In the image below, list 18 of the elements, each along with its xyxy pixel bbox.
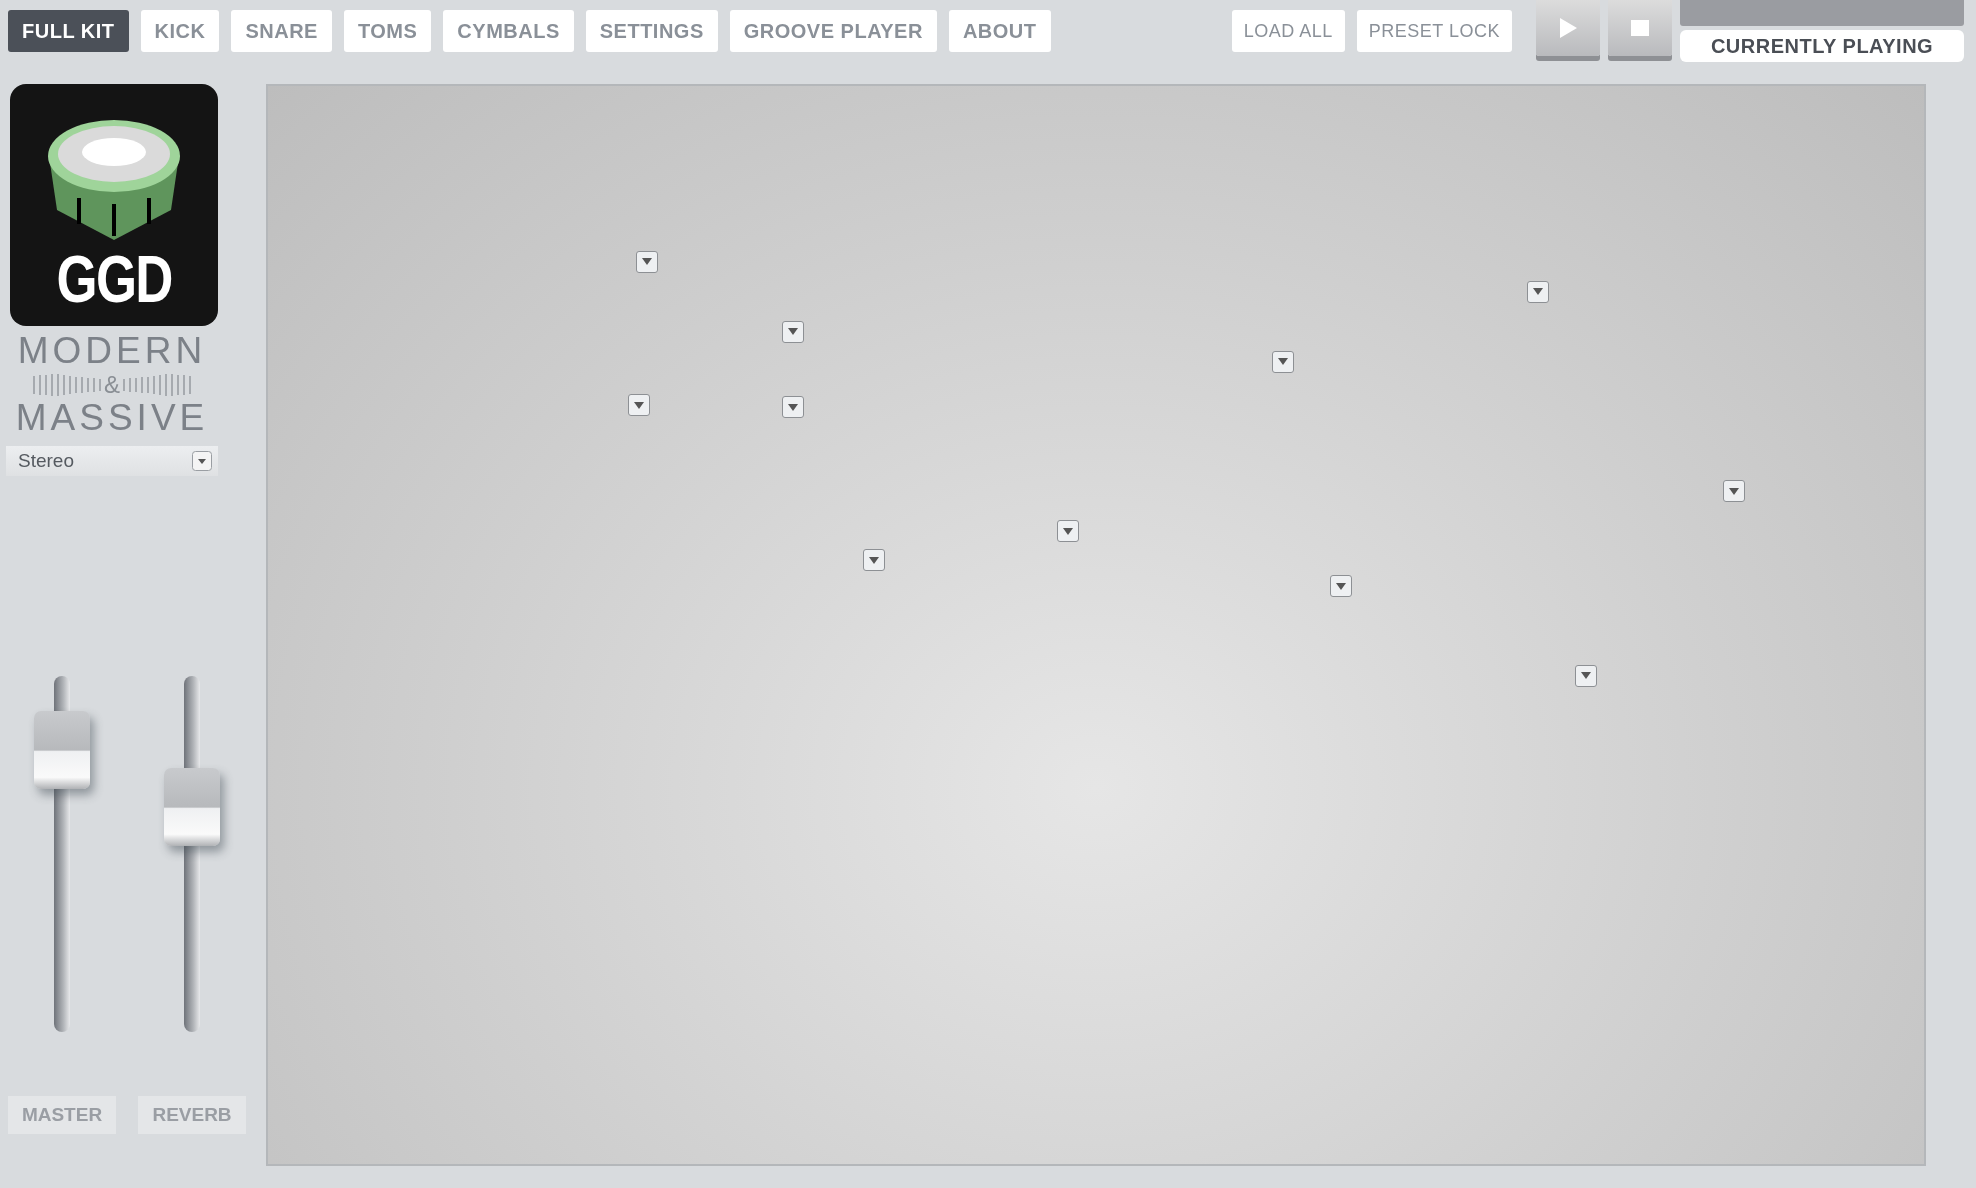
tab[interactable]: TOMS: [343, 10, 432, 52]
product-title: MODERN: [17, 332, 207, 371]
action-button[interactable]: LOAD ALL: [1231, 10, 1345, 52]
tab[interactable]: KICK: [140, 10, 220, 52]
output-mode-dropdown[interactable]: Stereo: [6, 445, 218, 476]
fader-label: MASTER: [7, 1095, 117, 1134]
tab[interactable]: SNARE: [231, 10, 332, 52]
action-button[interactable]: PRESET LOCK: [1356, 10, 1512, 52]
tab[interactable]: GROOVE PLAYER: [729, 10, 937, 52]
tab[interactable]: ABOUT: [948, 10, 1051, 52]
now-playing-label: CURRENTLY PLAYING: [1680, 30, 1964, 62]
product-title: MASSIVE: [15, 398, 209, 438]
tab[interactable]: CYMBALS: [443, 10, 574, 52]
tab[interactable]: FULL KIT: [8, 10, 129, 52]
logo-text: GGD: [56, 246, 172, 312]
fader-label: REVERB: [138, 1095, 246, 1134]
ampersand: &: [104, 370, 120, 399]
tab[interactable]: SETTINGS: [585, 10, 718, 52]
